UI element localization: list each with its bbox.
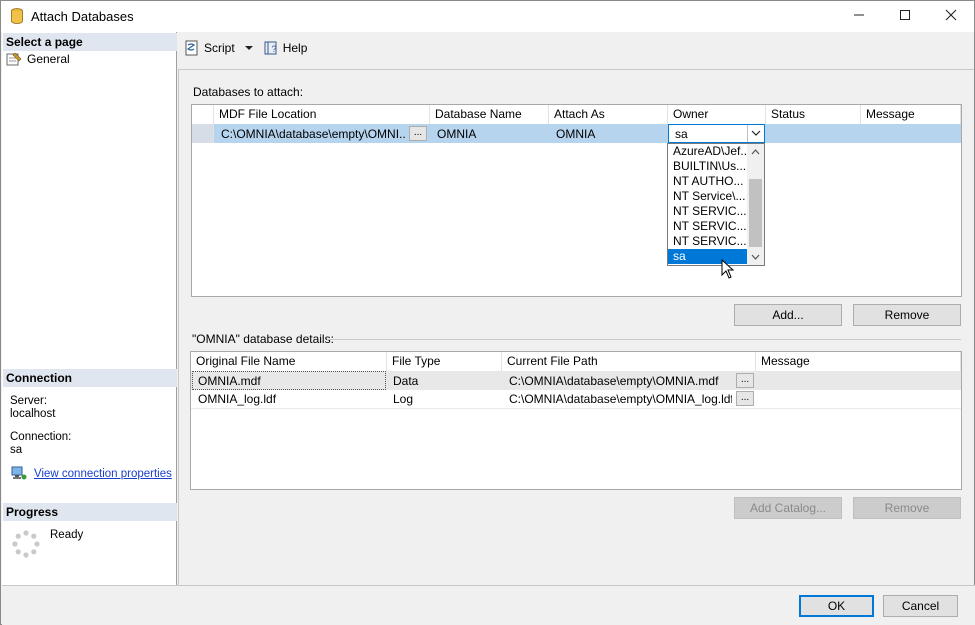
- col-file-type[interactable]: File Type: [387, 352, 502, 371]
- cell-database-name: OMNIA: [437, 127, 477, 141]
- cell-file-message: [758, 372, 958, 390]
- minimize-icon: [854, 14, 864, 16]
- help-label: Help: [282, 41, 308, 55]
- title-bar: Attach Databases: [1, 1, 974, 32]
- dropdown-scrollbar[interactable]: [747, 144, 764, 265]
- scroll-up-icon[interactable]: [747, 146, 764, 158]
- col-status[interactable]: Status: [766, 105, 861, 124]
- select-page-heading: Select a page: [3, 33, 177, 51]
- add-button[interactable]: Add...: [734, 304, 842, 326]
- cell-attach-as[interactable]: OMNIA: [551, 125, 661, 143]
- chevron-down-icon: [751, 130, 761, 136]
- owner-option[interactable]: NT SERVIC...: [668, 234, 748, 249]
- close-button[interactable]: [928, 1, 974, 32]
- svg-text:?: ?: [271, 44, 276, 54]
- browse-path-button[interactable]: ...: [736, 391, 754, 406]
- left-pane: Select a page General Connection Server:…: [2, 32, 177, 585]
- maximize-icon: [900, 10, 910, 20]
- table-row[interactable]: OMNIA.mdf Data C:\OMNIA\database\empty\O…: [191, 371, 961, 390]
- col-mdf-file-location[interactable]: MDF File Location: [214, 105, 430, 124]
- cell-mdf-location: C:\OMNIA\database\empty\OMNI...: [221, 127, 406, 141]
- page-item-label: General: [27, 52, 70, 66]
- cell-file-type: Data: [393, 374, 419, 388]
- dropdown-arrow-icon[interactable]: [241, 42, 257, 54]
- owner-dropdown-list[interactable]: AzureAD\Jef... BUILTIN\Us... NT AUTHO...…: [667, 143, 765, 266]
- help-button[interactable]: ? Help: [263, 40, 308, 56]
- help-book-icon: ?: [264, 41, 276, 55]
- database-icon: [11, 8, 23, 24]
- table-row[interactable]: C:\OMNIA\database\empty\OMNI... ... OMNI…: [192, 124, 961, 143]
- cell-file-name: OMNIA.mdf: [192, 371, 386, 390]
- col-database-name[interactable]: Database Name: [430, 105, 549, 124]
- col-details-message[interactable]: Message: [756, 352, 961, 371]
- page-item-general[interactable]: General: [6, 51, 70, 67]
- script-label: Script: [204, 41, 235, 55]
- connection-heading: Connection: [3, 369, 177, 387]
- wrench-page-icon: [6, 52, 22, 66]
- cancel-button[interactable]: Cancel: [883, 595, 958, 617]
- database-details-label: "OMNIA" database details:: [192, 332, 339, 346]
- progress-heading: Progress: [3, 503, 177, 521]
- connection-value: sa: [10, 444, 23, 456]
- cell-file-path[interactable]: C:\OMNIA\database\empty\OMNIA.mdf: [504, 372, 732, 390]
- col-message[interactable]: Message: [861, 105, 961, 124]
- scroll-thumb[interactable]: [749, 179, 762, 247]
- connection-label: Connection:: [10, 431, 72, 443]
- owner-combobox-value: sa: [675, 127, 688, 141]
- view-connection-properties-link[interactable]: View connection properties: [34, 468, 172, 480]
- owner-option[interactable]: AzureAD\Jef...: [668, 144, 748, 159]
- owner-option[interactable]: NT SERVIC...: [668, 204, 748, 219]
- view-connection-properties[interactable]: View connection properties: [11, 466, 172, 481]
- cell-file-type: Log: [393, 392, 414, 406]
- close-icon: [945, 9, 957, 21]
- col-original-file-name[interactable]: Original File Name: [191, 352, 387, 371]
- toolbar: Script ? Help: [178, 35, 307, 61]
- owner-combobox[interactable]: sa: [668, 124, 765, 143]
- col-owner[interactable]: Owner: [668, 105, 766, 124]
- databases-to-attach-label: Databases to attach:: [193, 85, 304, 99]
- scroll-down-icon[interactable]: [747, 251, 764, 263]
- browse-path-button[interactable]: ...: [736, 373, 754, 388]
- row-header-corner: [192, 105, 214, 124]
- browse-mdf-button[interactable]: ...: [409, 126, 427, 141]
- col-current-file-path[interactable]: Current File Path: [502, 352, 756, 371]
- cell-message: [863, 125, 958, 143]
- server-value: localhost: [10, 408, 56, 420]
- server-label: Server:: [10, 395, 48, 407]
- details-divider: [327, 339, 961, 340]
- add-catalog-button[interactable]: Add Catalog...: [734, 497, 842, 519]
- cell-file-name: OMNIA_log.ldf: [198, 392, 277, 406]
- cell-file-message: [758, 390, 958, 408]
- window-title: Attach Databases: [31, 9, 134, 24]
- row-selector[interactable]: [192, 124, 214, 143]
- mouse-cursor-icon: [721, 259, 735, 279]
- table-row[interactable]: OMNIA_log.ldf Log C:\OMNIA\database\empt…: [191, 390, 961, 409]
- script-button[interactable]: Script: [184, 40, 257, 56]
- col-attach-as[interactable]: Attach As: [549, 105, 668, 124]
- network-computer-icon: [11, 466, 27, 480]
- owner-option[interactable]: NT SERVIC...: [668, 219, 748, 234]
- owner-combobox-toggle[interactable]: [747, 125, 764, 142]
- minimize-button[interactable]: [836, 1, 882, 32]
- progress-status: Ready: [50, 529, 84, 541]
- maximize-button[interactable]: [882, 1, 928, 32]
- ok-button[interactable]: OK: [799, 595, 874, 617]
- details-grid[interactable]: Original File Name File Type Current Fil…: [190, 351, 962, 490]
- progress-spinner-icon: [12, 530, 40, 558]
- script-icon: [185, 40, 198, 56]
- cell-status: [768, 125, 858, 143]
- owner-option[interactable]: BUILTIN\Us...: [668, 159, 748, 174]
- remove-button[interactable]: Remove: [853, 304, 961, 326]
- cell-file-path[interactable]: C:\OMNIA\database\empty\OMNIA_log.ldf: [504, 390, 732, 408]
- owner-option-selected[interactable]: sa: [668, 249, 747, 264]
- attach-databases-window: Attach Databases Select a page General C…: [0, 0, 975, 625]
- details-remove-button[interactable]: Remove: [853, 497, 961, 519]
- owner-option[interactable]: NT Service\...: [668, 189, 748, 204]
- owner-option[interactable]: NT AUTHO...: [668, 174, 748, 189]
- attach-grid[interactable]: MDF File Location Database Name Attach A…: [191, 104, 962, 297]
